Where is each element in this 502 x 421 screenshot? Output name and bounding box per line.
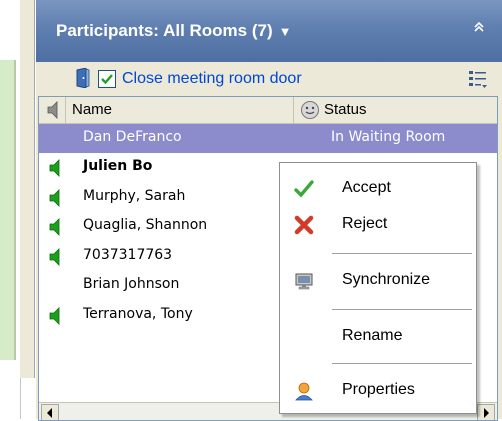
column-header-status-label: Status: [324, 101, 367, 118]
participants-panel: Participants: All Rooms (7) ▼ Close meeti…: [36, 0, 502, 421]
participant-name: Murphy, Sarah: [83, 188, 186, 204]
menu-item-properties[interactable]: Properties: [280, 373, 476, 409]
column-header-status[interactable]: Status: [293, 97, 497, 123]
status-face-icon: [300, 100, 320, 120]
speaker-icon: [49, 307, 63, 325]
menu-item-synchronize[interactable]: Synchronize: [280, 263, 476, 299]
participant-context-menu: Accept Reject Synchronize Rename Propert…: [279, 162, 477, 414]
caret-down-icon[interactable]: ▼: [279, 24, 292, 39]
speaker-icon: [49, 159, 63, 177]
menu-item-label: Rename: [342, 327, 403, 344]
red-x-icon: [294, 215, 314, 235]
participant-name: Terranova, Tony: [83, 306, 193, 322]
menu-item-reject[interactable]: Reject: [280, 207, 476, 243]
column-header-name-label: Name: [72, 101, 113, 118]
participant-name: Julien Bo: [83, 158, 153, 174]
close-door-checkbox[interactable]: [98, 70, 116, 88]
menu-item-label: Properties: [342, 381, 415, 398]
close-door-label[interactable]: Close meeting room door: [122, 70, 302, 88]
panel-toolbar: Close meeting room door: [36, 62, 502, 96]
speaker-icon: [49, 218, 63, 236]
list-options-icon[interactable]: [468, 68, 488, 90]
checkmark-icon: [294, 179, 314, 199]
door-icon[interactable]: [76, 67, 90, 89]
participant-name: 7037317763: [83, 247, 173, 263]
monitor-icon: [294, 271, 314, 291]
menu-item-label: Reject: [342, 215, 388, 232]
menu-item-label: Synchronize: [342, 271, 431, 288]
menu-item-rename[interactable]: Rename: [280, 319, 476, 355]
participant-name: Quaglia, Shannon: [83, 217, 208, 233]
speaker-icon: [49, 189, 63, 207]
panel-title[interactable]: Participants: All Rooms (7) ▼: [56, 21, 292, 41]
menu-item-label: Accept: [342, 179, 391, 196]
column-header-name[interactable]: Name: [65, 97, 290, 123]
speaker-icon: [49, 248, 63, 266]
participant-name: Brian Johnson: [83, 276, 180, 292]
scroll-right-button[interactable]: [477, 404, 495, 420]
panel-splitter[interactable]: [20, 0, 35, 378]
list-header: Name Status: [39, 97, 497, 124]
scroll-left-button[interactable]: [41, 404, 59, 420]
panel-title-text: Participants: All Rooms (7): [56, 21, 273, 40]
menu-separator: [332, 253, 472, 254]
participant-row[interactable]: Dan DeFranco In Waiting Room: [39, 124, 497, 153]
person-icon: [294, 381, 314, 401]
menu-separator: [332, 363, 472, 364]
double-chevron-up-icon[interactable]: [470, 20, 488, 38]
participant-name: Dan DeFranco: [83, 129, 182, 145]
menu-separator: [332, 309, 472, 310]
menu-item-accept[interactable]: Accept: [280, 171, 476, 207]
left-panel-edge: [0, 60, 16, 360]
participant-status: In Waiting Room: [331, 129, 446, 145]
speaker-icon[interactable]: [47, 101, 61, 119]
panel-titlebar[interactable]: Participants: All Rooms (7) ▼: [36, 0, 502, 62]
